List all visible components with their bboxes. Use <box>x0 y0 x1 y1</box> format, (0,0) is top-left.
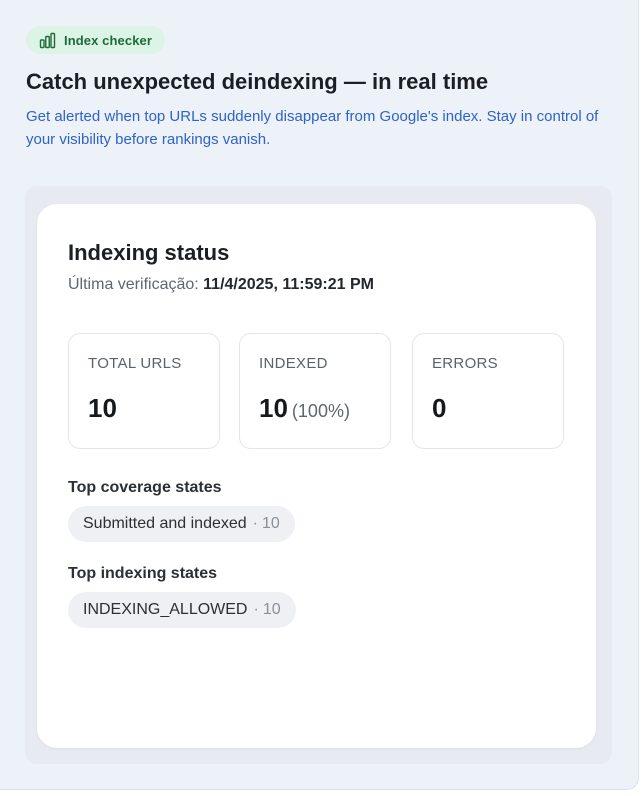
chip-label: INDEXING_ALLOWED <box>83 601 248 618</box>
stat-total-urls: TOTAL URLS 10 <box>68 333 220 449</box>
stat-percentage: (100%) <box>291 401 350 421</box>
page-description: Get alerted when top URLs suddenly disap… <box>26 108 599 148</box>
chip-label: Submitted and indexed <box>83 515 247 532</box>
chip-separator: · <box>253 601 259 618</box>
coverage-states-heading: Top coverage states <box>68 479 222 496</box>
last-check-line: Última verificação: 11/4/2025, 11:59:21 … <box>68 273 374 297</box>
badge-label: Index checker <box>64 32 153 48</box>
stat-number: 10 <box>88 393 117 423</box>
bar-chart-icon <box>39 32 56 48</box>
stat-value: 10 (100%) <box>259 390 350 429</box>
stat-number: 10 <box>259 393 288 423</box>
stat-label: TOTAL URLS <box>88 355 182 372</box>
indexing-status-card: Indexing status Última verificação: 11/4… <box>37 204 596 748</box>
page-headline: Catch unexpected deindexing — in real ti… <box>26 69 489 94</box>
last-check-label: Última verificação: <box>68 276 199 293</box>
chip-count: 10 <box>262 601 281 618</box>
stat-number: 0 <box>432 393 447 423</box>
stat-value: 10 <box>88 390 117 426</box>
indexing-state-chip: INDEXING_ALLOWED · 10 <box>68 592 296 628</box>
stat-label: ERRORS <box>432 355 498 372</box>
indexing-states-heading: Top indexing states <box>68 565 218 582</box>
coverage-state-chip: Submitted and indexed · 10 <box>68 506 295 542</box>
stat-value: 0 <box>432 390 446 426</box>
card-title: Indexing status <box>68 240 230 265</box>
stat-errors: ERRORS 0 <box>412 333 564 449</box>
stat-label: INDEXED <box>259 355 328 372</box>
index-checker-badge: Index checker <box>26 26 166 54</box>
stat-indexed: INDEXED 10 (100%) <box>239 333 391 449</box>
last-check-timestamp: 11/4/2025, 11:59:21 PM <box>203 276 374 293</box>
chip-count: 10 <box>262 515 280 532</box>
chip-separator: · <box>252 515 258 532</box>
